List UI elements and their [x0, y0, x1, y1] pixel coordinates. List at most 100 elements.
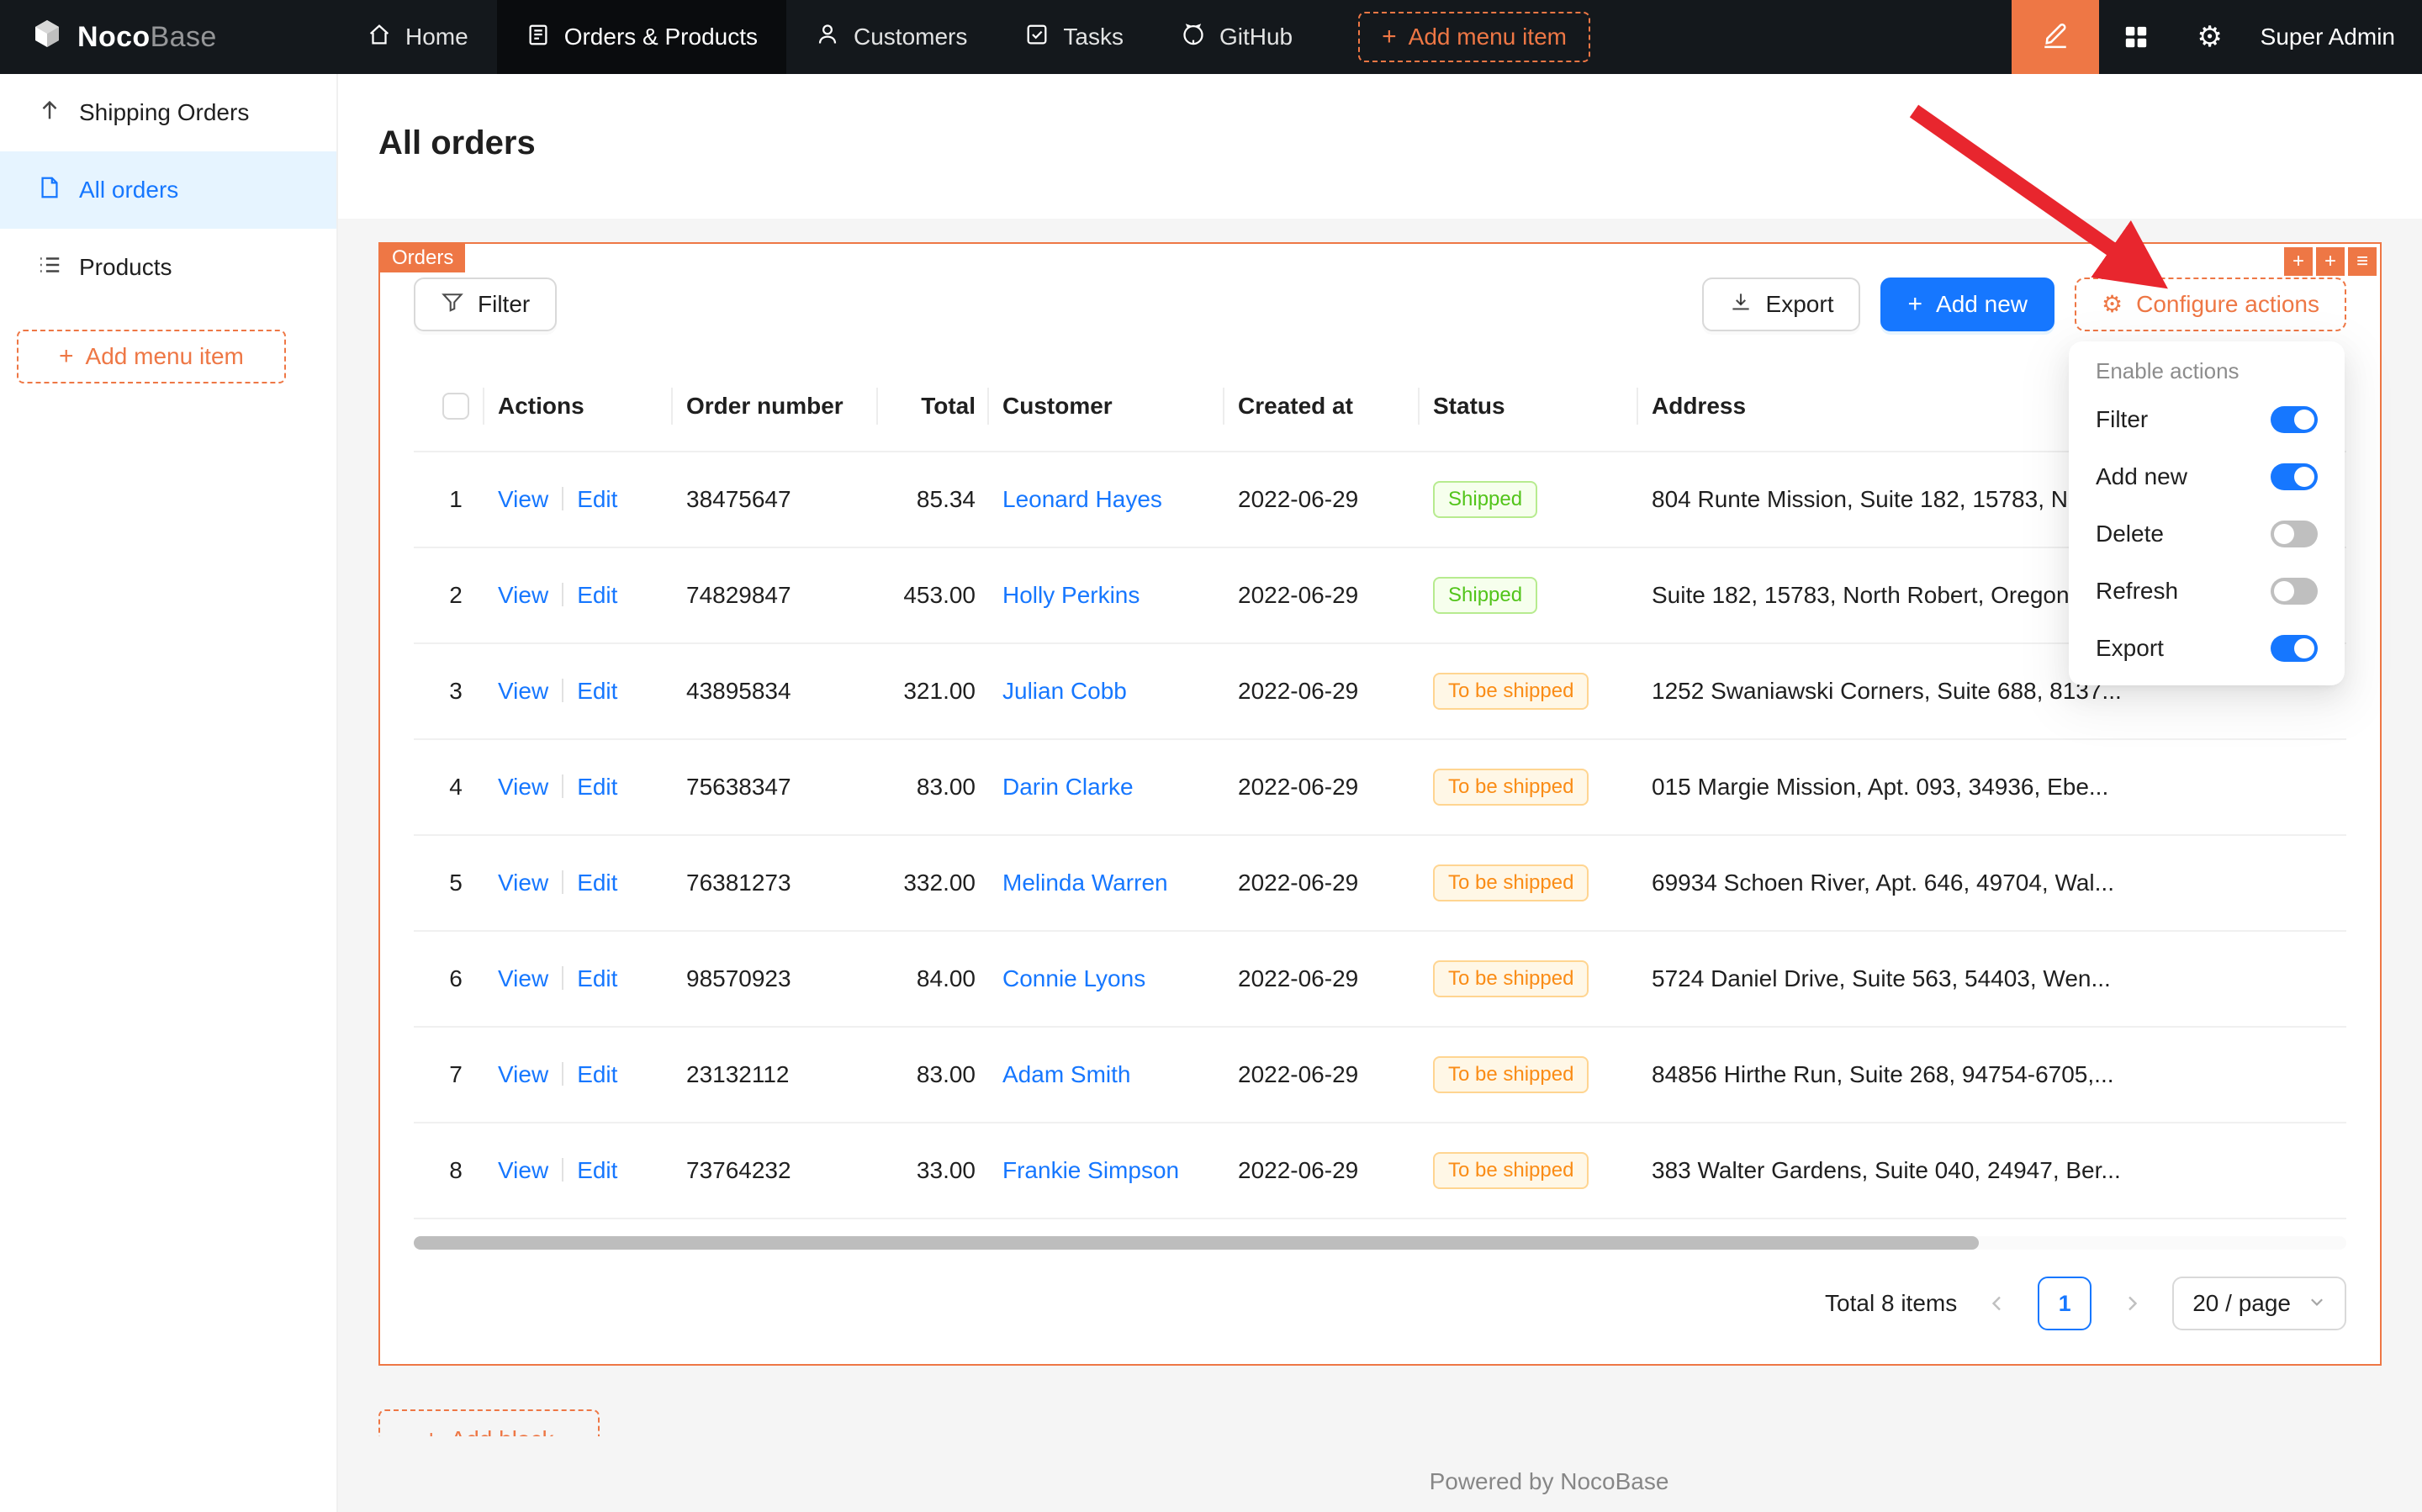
next-page-button[interactable]: [2105, 1277, 2159, 1330]
row-index: 6: [449, 965, 463, 992]
add-menu-item-button[interactable]: + Add menu item: [1358, 12, 1590, 62]
menu-item[interactable]: Delete: [2076, 505, 2338, 563]
view-link[interactable]: View: [498, 1061, 548, 1087]
prev-page-button[interactable]: [1970, 1277, 2024, 1330]
orders-table: Actions Order number Total Customer Crea…: [414, 362, 2346, 1219]
nocobase-logo[interactable]: NocoBase: [0, 0, 338, 74]
order-number-cell: 75638347: [686, 774, 891, 801]
menu-item[interactable]: Add new: [2076, 448, 2338, 505]
top-navbar: NocoBase Home Orders & Products Customer…: [0, 0, 2422, 74]
address-cell: 69934 Schoen River, Apt. 646, 49704, Wal…: [1652, 870, 2346, 896]
edit-link[interactable]: Edit: [577, 965, 617, 991]
row-index: 4: [449, 774, 463, 801]
plugin-manager-icon[interactable]: [2099, 0, 2173, 74]
page-1-button[interactable]: 1: [2038, 1277, 2091, 1330]
view-link[interactable]: View: [498, 678, 548, 704]
edit-link[interactable]: Edit: [577, 774, 617, 800]
table-row: 4 ViewEdit 75638347 83.00 Darin Clarke 2…: [414, 740, 2346, 836]
ui-editor-button[interactable]: [2012, 0, 2099, 74]
status-badge: To be shipped: [1433, 673, 1589, 710]
add-block-button[interactable]: + Add block: [378, 1409, 600, 1436]
add-block-icon[interactable]: +: [2316, 247, 2345, 276]
settings-gear-icon[interactable]: ⚙: [2173, 0, 2247, 74]
home-icon: [367, 22, 392, 53]
pagination-total: Total 8 items: [1825, 1290, 1957, 1317]
app-window: NocoBase Home Orders & Products Customer…: [0, 0, 2422, 1512]
view-link[interactable]: View: [498, 774, 548, 800]
designer-controls: + + ≡: [2284, 247, 2377, 276]
customer-link[interactable]: Frankie Simpson: [1002, 1157, 1179, 1183]
view-link[interactable]: View: [498, 965, 548, 991]
menu-item-label: Add new: [2096, 463, 2187, 490]
divider: [562, 775, 563, 798]
scrollbar-thumb[interactable]: [414, 1236, 1979, 1250]
nav-item-github[interactable]: GitHub: [1152, 0, 1321, 74]
export-button[interactable]: Export: [1702, 278, 1861, 331]
created-at-cell: 2022-06-29: [1238, 582, 1433, 609]
view-link[interactable]: View: [498, 582, 548, 608]
divider: [562, 966, 563, 990]
toggle-switch[interactable]: [2271, 521, 2318, 547]
row-index: 5: [449, 870, 463, 896]
filter-button[interactable]: Filter: [414, 278, 557, 331]
table-row: 8 ViewEdit 73764232 33.00 Frankie Simpso…: [414, 1123, 2346, 1219]
menu-items: Filter Add new Delete: [2076, 391, 2338, 677]
view-link[interactable]: View: [498, 870, 548, 896]
edit-link[interactable]: Edit: [577, 1157, 617, 1183]
add-column-icon[interactable]: +: [2284, 247, 2313, 276]
toggle-switch[interactable]: [2271, 406, 2318, 433]
arrow-up-icon: [37, 98, 62, 129]
menu-item[interactable]: Export: [2076, 620, 2338, 677]
nav-item-home[interactable]: Home: [338, 0, 497, 74]
row-index: 7: [449, 1061, 463, 1088]
customer-link[interactable]: Holly Perkins: [1002, 582, 1140, 608]
created-at-cell: 2022-06-29: [1238, 678, 1433, 705]
customer-link[interactable]: Connie Lyons: [1002, 965, 1145, 991]
edit-link[interactable]: Edit: [577, 582, 617, 608]
nav-item-tasks[interactable]: Tasks: [996, 0, 1152, 74]
address-cell: 84856 Hirthe Run, Suite 268, 94754-6705,…: [1652, 1061, 2346, 1088]
user-menu[interactable]: Super Admin: [2247, 24, 2422, 50]
edit-link[interactable]: Edit: [577, 870, 617, 896]
row-index: 8: [449, 1157, 463, 1184]
view-link[interactable]: View: [498, 1157, 548, 1183]
table-toolbar: Filter Export + Add new ⚙ Configure acti…: [414, 278, 2346, 331]
sidebar-item-products[interactable]: Products: [0, 229, 336, 306]
toggle-switch[interactable]: [2271, 463, 2318, 490]
edit-link[interactable]: Edit: [577, 486, 617, 512]
menu-item-label: Export: [2096, 635, 2164, 662]
sidebar-item-shipping-orders[interactable]: Shipping Orders: [0, 74, 336, 151]
add-new-button[interactable]: + Add new: [1880, 278, 2054, 331]
toggle-switch[interactable]: [2271, 578, 2318, 605]
sidebar-add-menu-item-button[interactable]: + Add menu item: [17, 330, 286, 383]
edit-link[interactable]: Edit: [577, 1061, 617, 1087]
total-cell: 85.34: [891, 486, 1002, 513]
order-number-cell: 98570923: [686, 965, 891, 992]
customer-link[interactable]: Adam Smith: [1002, 1061, 1131, 1087]
address-cell: 5724 Daniel Drive, Suite 563, 54403, Wen…: [1652, 965, 2346, 992]
customer-link[interactable]: Julian Cobb: [1002, 678, 1127, 704]
status-badge: Shipped: [1433, 481, 1537, 518]
menu-item[interactable]: Refresh: [2076, 563, 2338, 620]
created-at-cell: 2022-06-29: [1238, 1061, 1433, 1088]
page-size-select[interactable]: 20 / page: [2172, 1277, 2346, 1330]
created-at-cell: 2022-06-29: [1238, 486, 1433, 513]
select-all-checkbox[interactable]: [442, 393, 469, 420]
nav-item-orders-products[interactable]: Orders & Products: [497, 0, 786, 74]
edit-link[interactable]: Edit: [577, 678, 617, 704]
table-row: 1 ViewEdit 38475647 85.34 Leonard Hayes …: [414, 452, 2346, 548]
status-badge: To be shipped: [1433, 1056, 1589, 1093]
configure-actions-button[interactable]: ⚙ Configure actions: [2075, 278, 2346, 331]
sidebar-item-all-orders[interactable]: All orders: [0, 151, 336, 229]
toggle-switch[interactable]: [2271, 635, 2318, 662]
order-number-cell: 23132112: [686, 1061, 891, 1088]
customer-link[interactable]: Melinda Warren: [1002, 870, 1168, 896]
nav-item-customers[interactable]: Customers: [786, 0, 996, 74]
drag-handle-icon[interactable]: ≡: [2348, 247, 2377, 276]
gear-icon: ⚙: [2102, 293, 2123, 316]
view-link[interactable]: View: [498, 486, 548, 512]
customer-link[interactable]: Darin Clarke: [1002, 774, 1134, 800]
customer-link[interactable]: Leonard Hayes: [1002, 486, 1162, 512]
menu-item[interactable]: Filter: [2076, 391, 2338, 448]
menu-item-label: Delete: [2096, 521, 2164, 547]
